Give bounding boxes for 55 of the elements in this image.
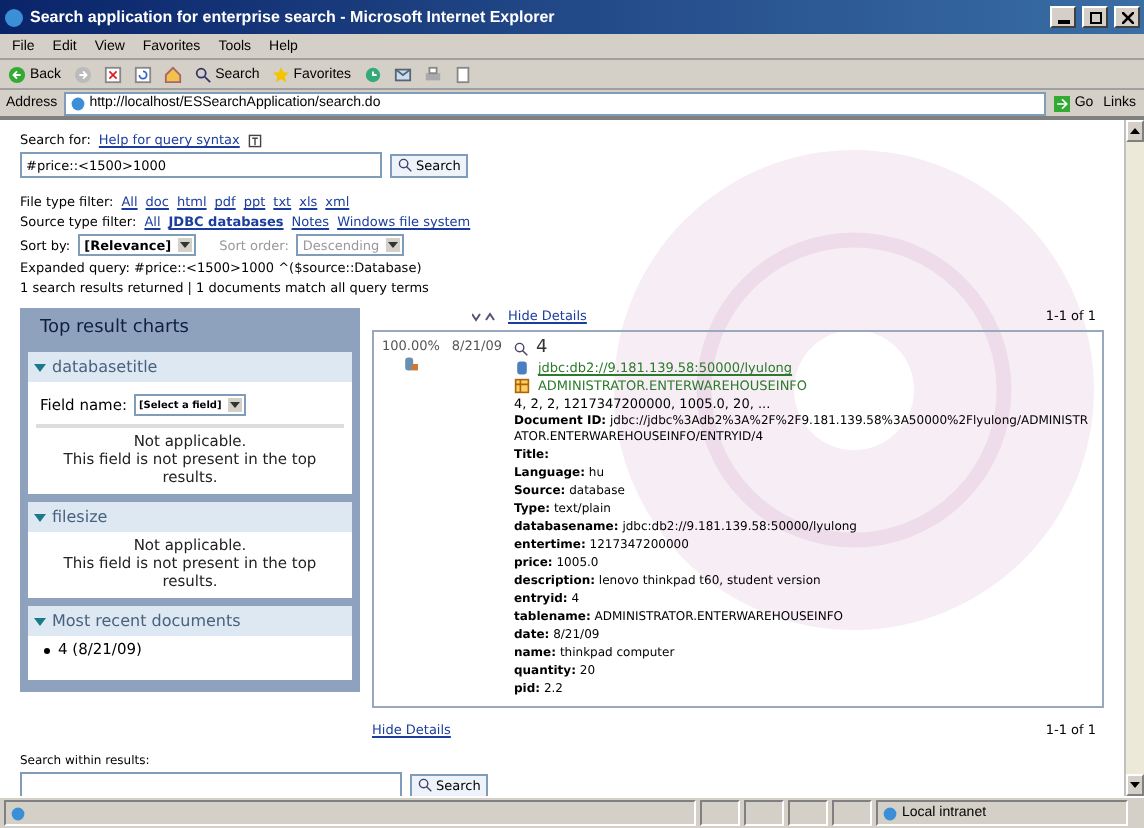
section-header[interactable]: databasetitle [28, 352, 352, 382]
scrollbar[interactable] [1124, 120, 1144, 796]
maximize-button[interactable] [1082, 6, 1108, 28]
refresh-icon [133, 65, 152, 83]
search-icon [513, 341, 528, 355]
triangle-icon [34, 511, 46, 523]
dropdown-caret-icon [385, 238, 400, 252]
database-icon [402, 356, 419, 372]
toolbar-button[interactable] [131, 65, 154, 83]
home-icon [163, 65, 182, 83]
forward-arrow-icon [73, 65, 92, 83]
toolbar-button[interactable] [391, 65, 414, 83]
dropdown-caret-icon [227, 398, 242, 412]
sort-arrows-icon[interactable] [472, 311, 496, 321]
search-icon [193, 65, 212, 83]
toolbar-button[interactable] [451, 65, 474, 83]
bullet-icon [44, 647, 50, 653]
dropdown-caret-icon [177, 238, 192, 252]
close-button[interactable] [1114, 6, 1140, 28]
status-pane [700, 800, 740, 826]
toolbar-button[interactable] [161, 65, 184, 83]
back-arrow-icon [8, 65, 26, 83]
history-icon [363, 65, 382, 83]
table-icon [513, 378, 530, 394]
toolbar-button[interactable] [361, 65, 384, 83]
maximize-icon [1089, 11, 1101, 23]
section-header[interactable]: filesize [28, 502, 352, 532]
star-icon [271, 65, 290, 83]
cylinder-icon [513, 360, 530, 376]
toolbar-button[interactable] [101, 65, 124, 83]
section-header[interactable]: Most recent documents [28, 606, 352, 636]
scroll-up-icon[interactable] [1130, 128, 1140, 134]
close-icon [1121, 11, 1133, 23]
go-arrow-icon [1054, 95, 1071, 111]
status-pane [832, 800, 872, 826]
search-icon [398, 158, 412, 172]
globe-icon [882, 805, 898, 821]
browser-icon [4, 7, 24, 27]
toolbar-button[interactable] [421, 65, 444, 83]
mail-icon [393, 65, 412, 83]
charts-title: Top result charts [38, 316, 191, 342]
help-icon [247, 133, 262, 147]
scroll-down-icon[interactable] [1130, 782, 1140, 788]
triangle-icon [34, 361, 46, 373]
document-icon [453, 65, 472, 83]
stop-icon [103, 65, 122, 83]
search-within-field[interactable] [20, 772, 402, 796]
printer-icon [423, 65, 442, 83]
triangle-icon [34, 615, 46, 627]
search-icon [418, 778, 432, 792]
window-title: Search application for enterprise search - Microsoft Internet Explorer [30, 8, 557, 26]
minimize-button[interactable] [1050, 6, 1076, 28]
status-pane [788, 800, 828, 826]
status-pane [744, 800, 784, 826]
result-title-link[interactable]: 4 [535, 338, 548, 358]
